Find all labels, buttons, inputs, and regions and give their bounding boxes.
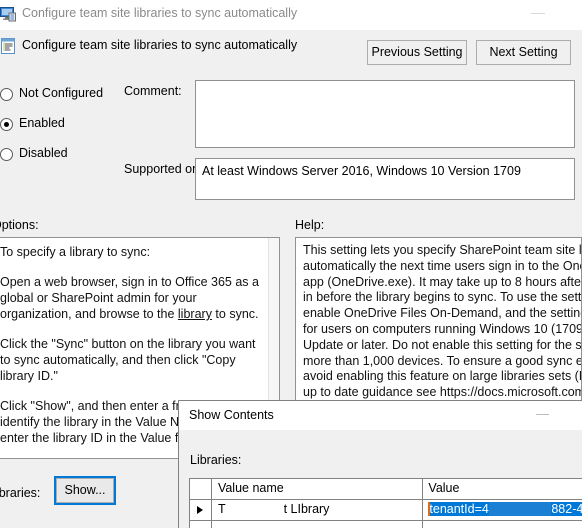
row-selector[interactable] xyxy=(190,500,212,520)
show-contents-title-bar: Show Contents xyxy=(179,401,582,430)
show-contents-title: Show Contents xyxy=(189,408,274,422)
grid-header-marker xyxy=(190,479,212,499)
row-value-cell[interactable] xyxy=(423,521,582,528)
options-paragraph: Open a web browser, sign in to Office 36… xyxy=(0,275,259,321)
show-contents-minimize-button[interactable] xyxy=(529,401,557,428)
row-value-name-cell[interactable]: T t LIbrary xyxy=(212,500,424,520)
comment-textarea[interactable] xyxy=(195,80,575,148)
row-arrow-icon xyxy=(197,506,203,514)
supported-on-label: Supported on: xyxy=(124,162,203,176)
show-contents-dialog: Show Contents Libraries: Value name Valu… xyxy=(178,400,582,528)
options-paragraph: To specify a library to sync: xyxy=(0,245,151,259)
next-setting-button[interactable]: Next Setting xyxy=(476,40,571,65)
row-value-selected-text[interactable]: tenantId=4xxxxxxxxxx882-4a xyxy=(428,502,582,516)
radio-disabled-indicator xyxy=(0,148,13,161)
row-value-name-cell[interactable] xyxy=(212,521,424,528)
show-button[interactable]: Show... xyxy=(54,476,116,505)
row-value-name-suffix: t LIbrary xyxy=(283,502,330,516)
libraries-label: Libraries: xyxy=(0,486,41,500)
grid-header-value[interactable]: Value xyxy=(423,479,582,499)
row-value-suffix: 882-4a xyxy=(551,502,582,516)
previous-setting-button[interactable]: Previous Setting xyxy=(367,40,467,65)
setting-title: Configure team site libraries to sync au… xyxy=(22,38,298,52)
minimize-icon xyxy=(536,414,549,415)
group-policy-setting-icon xyxy=(1,38,15,54)
radio-not-configured-indicator xyxy=(0,88,13,101)
window-title: Configure team site libraries to sync au… xyxy=(22,6,298,20)
radio-enabled-indicator xyxy=(0,118,13,131)
radio-enabled-label: Enabled xyxy=(19,116,65,130)
minimize-icon xyxy=(531,13,545,14)
supported-on-textarea[interactable]: At least Windows Server 2016, Windows 10… xyxy=(195,158,575,200)
table-row[interactable]: T t LIbrary tenantId=4xxxxxxxxxx882-4a xyxy=(190,500,582,521)
help-text: This setting lets you specify SharePoint… xyxy=(303,243,582,400)
options-label: Options: xyxy=(0,218,39,232)
row-value-prefix: tenantId=4 xyxy=(429,502,489,516)
comment-label: Comment: xyxy=(124,84,182,98)
setting-state-region: Not Configured Enabled Disabled Comment:… xyxy=(0,72,582,204)
options-paragraph: Click the "Sync" button on the library y… xyxy=(0,337,256,383)
minimize-button[interactable] xyxy=(524,0,554,28)
help-panel[interactable]: This setting lets you specify SharePoint… xyxy=(295,237,582,401)
radio-not-configured-label: Not Configured xyxy=(19,86,104,100)
radio-disabled-label: Disabled xyxy=(19,146,68,160)
help-label: Help: xyxy=(295,218,325,232)
table-row[interactable] xyxy=(190,521,582,528)
row-selector[interactable] xyxy=(190,521,212,528)
libraries-grid[interactable]: Value name Value T t LIbrary tenantId=4x… xyxy=(189,478,582,528)
library-link[interactable]: library xyxy=(178,307,212,321)
window-title-bar: Configure team site libraries to sync au… xyxy=(0,0,582,30)
grid-header-row: Value name Value xyxy=(190,479,582,500)
computer-policy-icon xyxy=(0,7,16,22)
row-value-cell[interactable]: tenantId=4xxxxxxxxxx882-4a xyxy=(423,500,582,520)
row-value-name-prefix: T xyxy=(217,502,226,516)
text-caret xyxy=(428,502,431,516)
value-name-redaction xyxy=(225,502,284,516)
value-redaction: xxxxxxxxxx xyxy=(488,502,552,516)
grid-header-value-name[interactable]: Value name xyxy=(212,479,424,499)
show-contents-libraries-label: Libraries: xyxy=(190,453,242,467)
